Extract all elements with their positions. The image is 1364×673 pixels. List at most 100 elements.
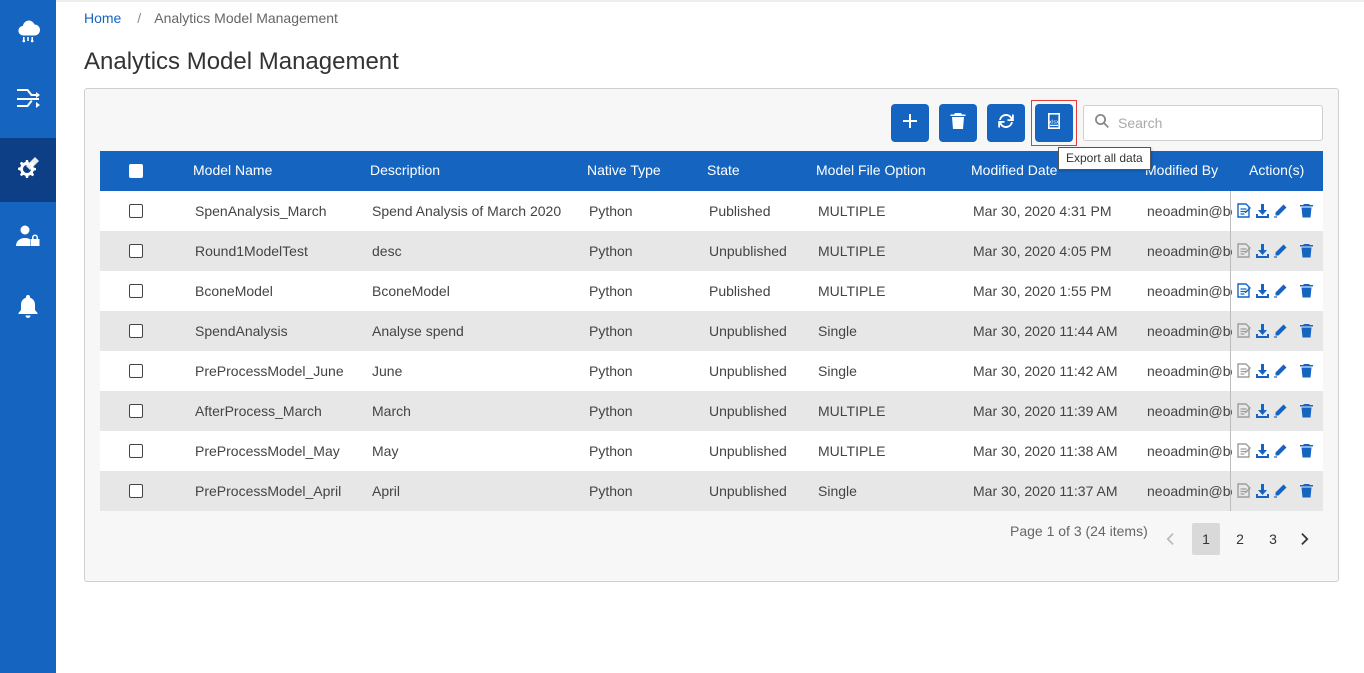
cell-state: Unpublished — [709, 443, 787, 459]
cell-native-type: Python — [589, 363, 633, 379]
edit-pencil-icon[interactable] — [1273, 483, 1288, 498]
edit-pencil-icon[interactable] — [1273, 363, 1288, 378]
cell-model-name: SpendAnalysis — [195, 323, 288, 339]
edit-pencil-icon[interactable] — [1273, 403, 1288, 418]
delete-trash-icon[interactable] — [1299, 443, 1314, 458]
cell-model-file-option: MULTIPLE — [818, 403, 886, 419]
cell-state: Published — [709, 283, 771, 299]
download-icon[interactable] — [1255, 443, 1270, 458]
sidebar-item-notifications[interactable] — [0, 276, 56, 340]
delete-trash-icon[interactable] — [1299, 203, 1314, 218]
table-row[interactable]: Round1ModelTest desc Python Unpublished MULT… — [100, 231, 1323, 271]
cell-native-type: Python — [589, 203, 633, 219]
sidebar-item-user-access[interactable] — [0, 206, 56, 270]
cell-modified-date: Mar 30, 2020 1:55 PM — [973, 283, 1112, 299]
publish-document-icon[interactable] — [1236, 443, 1251, 458]
column-header-modified-by[interactable]: Modified By — [1145, 162, 1218, 178]
breadcrumb-current: Analytics Model Management — [154, 10, 338, 26]
refresh-button[interactable] — [987, 104, 1025, 142]
publish-document-icon[interactable] — [1236, 203, 1251, 218]
cell-model-file-option: MULTIPLE — [818, 203, 886, 219]
table-row[interactable]: PreProcessModel_April April Python Unpublis… — [100, 471, 1323, 511]
row-checkbox[interactable] — [129, 284, 143, 298]
cell-model-name: BconeModel — [195, 283, 273, 299]
breadcrumb-home-link[interactable]: Home — [84, 10, 121, 26]
page-button-3[interactable]: 3 — [1259, 523, 1287, 555]
cell-modified-by: neoadmin@bc — [1147, 363, 1232, 379]
edit-pencil-icon[interactable] — [1273, 243, 1288, 258]
row-checkbox[interactable] — [129, 404, 143, 418]
table-row[interactable]: PreProcessModel_June June Python Unpublishe… — [100, 351, 1323, 391]
row-checkbox[interactable] — [129, 484, 143, 498]
models-table: Model Name Description Native Type State… — [100, 151, 1323, 511]
column-header-modified-date[interactable]: Modified Date — [971, 162, 1057, 178]
download-icon[interactable] — [1255, 403, 1270, 418]
download-icon[interactable] — [1255, 243, 1270, 258]
table-row[interactable]: BconeModel BconeModel Python Published MULTI… — [100, 271, 1323, 311]
sidebar-item-cloud[interactable] — [0, 0, 56, 64]
cell-description: Analyse spend — [372, 323, 464, 339]
export-all-data-button[interactable]: xlsx — [1035, 104, 1073, 142]
add-model-button[interactable] — [891, 104, 929, 142]
sidebar-item-model-management[interactable] — [0, 138, 56, 202]
download-icon[interactable] — [1255, 323, 1270, 338]
cell-native-type: Python — [589, 323, 633, 339]
cell-model-file-option: Single — [818, 483, 857, 499]
publish-document-icon[interactable] — [1236, 323, 1251, 338]
page-title: Analytics Model Management — [84, 48, 399, 75]
download-icon[interactable] — [1255, 483, 1270, 498]
column-header-native-type[interactable]: Native Type — [587, 162, 661, 178]
publish-document-icon[interactable] — [1236, 283, 1251, 298]
table-row[interactable]: SpenAnalysis_March Spend Analysis of Marc… — [100, 191, 1323, 231]
edit-pencil-icon[interactable] — [1273, 283, 1288, 298]
publish-document-icon[interactable] — [1236, 363, 1251, 378]
actions-divider — [1230, 391, 1231, 431]
cell-modified-by: neoadmin@bc — [1147, 203, 1232, 219]
delete-selected-button[interactable] — [939, 104, 977, 142]
column-header-description[interactable]: Description — [370, 162, 440, 178]
publish-document-icon[interactable] — [1236, 243, 1251, 258]
cell-description: desc — [372, 243, 402, 259]
delete-trash-icon[interactable] — [1299, 363, 1314, 378]
row-checkbox[interactable] — [129, 204, 143, 218]
search-input[interactable] — [1118, 115, 1322, 131]
cell-description: March — [372, 403, 411, 419]
table-row[interactable]: PreProcessModel_May May Python Unpublished M… — [100, 431, 1323, 471]
column-header-state[interactable]: State — [707, 162, 740, 178]
cell-state: Unpublished — [709, 323, 787, 339]
row-checkbox[interactable] — [129, 324, 143, 338]
actions-divider — [1230, 471, 1231, 511]
select-all-checkbox[interactable] — [129, 164, 143, 178]
actions-divider — [1230, 351, 1231, 391]
column-header-model-name[interactable]: Model Name — [193, 162, 272, 178]
delete-trash-icon[interactable] — [1299, 323, 1314, 338]
delete-trash-icon[interactable] — [1299, 283, 1314, 298]
table-row[interactable]: AfterProcess_March March Python Unpublished… — [100, 391, 1323, 431]
cell-model-name: PreProcessModel_April — [195, 483, 342, 499]
row-checkbox[interactable] — [129, 364, 143, 378]
publish-document-icon[interactable] — [1236, 483, 1251, 498]
row-checkbox[interactable] — [129, 244, 143, 258]
edit-pencil-icon[interactable] — [1273, 443, 1288, 458]
page-button-1[interactable]: 1 — [1192, 523, 1220, 555]
cell-description: May — [372, 443, 399, 459]
table-row[interactable]: SpendAnalysis Analyse spend Python Unpublis… — [100, 311, 1323, 351]
delete-trash-icon[interactable] — [1299, 243, 1314, 258]
chevron-right-icon — [1297, 533, 1313, 551]
delete-trash-icon[interactable] — [1299, 403, 1314, 418]
cell-description: BconeModel — [372, 283, 450, 299]
sidebar-item-data-flow[interactable] — [0, 67, 56, 131]
download-icon[interactable] — [1255, 363, 1270, 378]
breadcrumb-separator: / — [137, 10, 142, 26]
row-checkbox[interactable] — [129, 444, 143, 458]
download-icon[interactable] — [1255, 203, 1270, 218]
download-icon[interactable] — [1255, 283, 1270, 298]
delete-trash-icon[interactable] — [1299, 483, 1314, 498]
page-button-2[interactable]: 2 — [1226, 523, 1254, 555]
edit-pencil-icon[interactable] — [1273, 323, 1288, 338]
previous-page-button[interactable] — [1162, 531, 1178, 547]
edit-pencil-icon[interactable] — [1273, 203, 1288, 218]
next-page-button[interactable] — [1297, 531, 1313, 547]
column-header-model-file-option[interactable]: Model File Option — [816, 162, 926, 178]
publish-document-icon[interactable] — [1236, 403, 1251, 418]
